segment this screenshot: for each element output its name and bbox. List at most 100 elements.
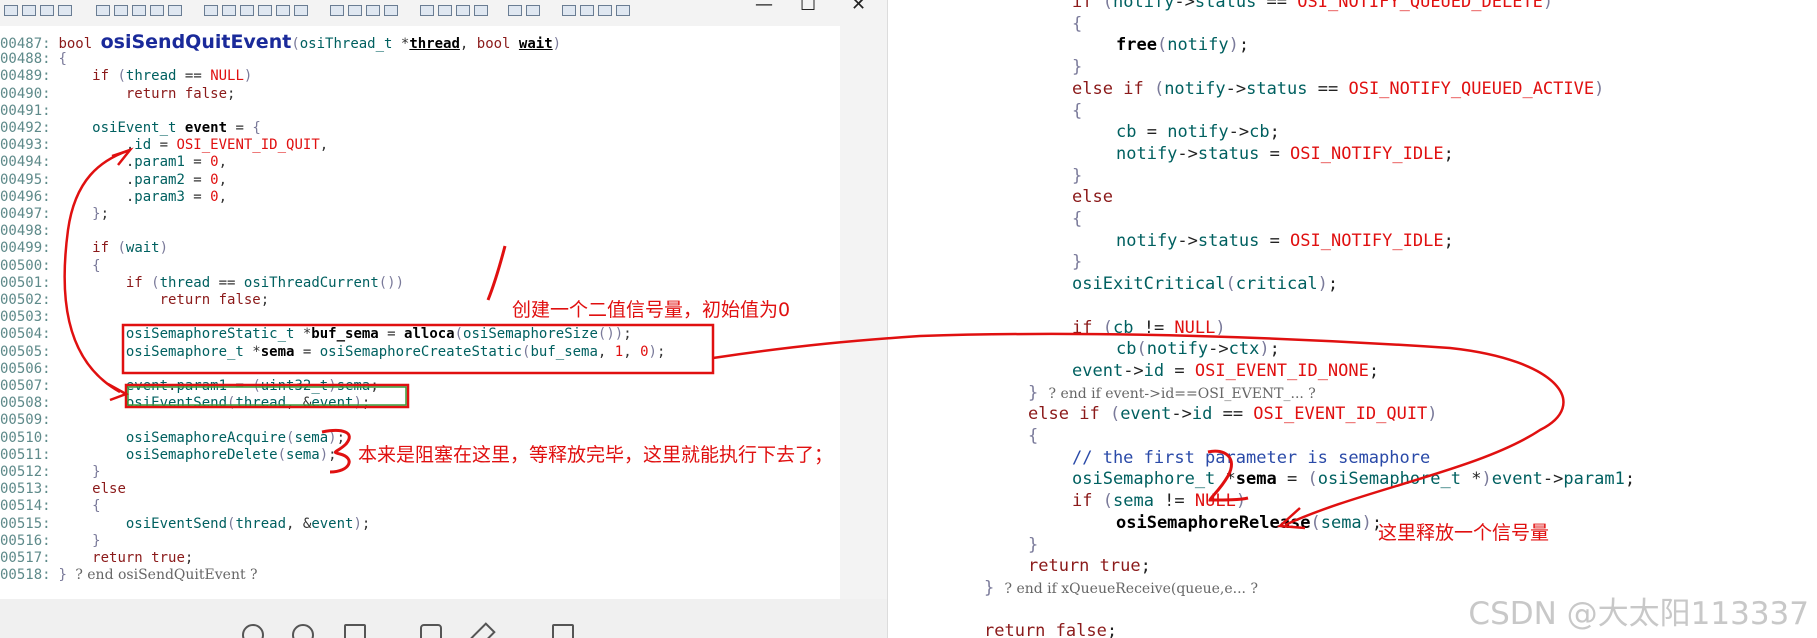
toolbar-icon[interactable] bbox=[96, 5, 110, 16]
toolbar-icon[interactable] bbox=[168, 5, 182, 16]
toolbar-icon[interactable] bbox=[240, 5, 254, 16]
toolbar-icon[interactable] bbox=[598, 5, 612, 16]
code-line: if (notify->status == OSI_NOTIFY_QUEUED_… bbox=[1072, 0, 1554, 12]
code-line: 00488: { bbox=[0, 51, 67, 68]
line-number: 00511: bbox=[0, 446, 51, 463]
code-text: return true; bbox=[92, 550, 194, 566]
toolbar-icon[interactable] bbox=[438, 5, 452, 16]
line-number: 00514: bbox=[0, 498, 51, 515]
code-line: osiSemaphoreRelease(sema); bbox=[1116, 512, 1383, 533]
toolbar-icon[interactable] bbox=[4, 5, 18, 16]
toolbar-icon[interactable] bbox=[366, 5, 380, 16]
code-line: 00499: if (wait) bbox=[0, 240, 168, 257]
code-line: 00517: return true; bbox=[0, 550, 193, 567]
code-line: 00511: osiSemaphoreDelete(sema); bbox=[0, 447, 337, 464]
toolbar-icon[interactable] bbox=[276, 5, 290, 16]
pen-icon[interactable] bbox=[470, 622, 496, 638]
toolbar-icon[interactable] bbox=[132, 5, 146, 16]
code-line: 00492: osiEvent_t event = { bbox=[0, 120, 261, 137]
code-line: 00497: }; bbox=[0, 206, 109, 223]
line-number: 00515: bbox=[0, 515, 51, 532]
maximize-icon[interactable]: ☐ bbox=[800, 0, 816, 15]
toolbar-icon[interactable] bbox=[330, 5, 344, 16]
code-line: 00494: .param1 = 0, bbox=[0, 154, 227, 171]
code-line: } bbox=[1028, 534, 1039, 555]
toolbar-icon[interactable] bbox=[420, 5, 434, 16]
code-line: else bbox=[1072, 187, 1113, 208]
code-text: osiEventSend(thread, &event); bbox=[125, 515, 371, 532]
bottom-toolbar bbox=[0, 599, 890, 638]
code-line: 00513: else bbox=[0, 481, 126, 498]
code-line: osiExitCritical(critical); bbox=[1072, 274, 1339, 295]
code-line: 00493: .id = OSI_EVENT_ID_QUIT, bbox=[0, 137, 328, 154]
toolbar-icon[interactable] bbox=[580, 5, 594, 16]
code-line: } ? end if event->id==OSI_EVENT_... ? bbox=[1028, 382, 1316, 403]
line-number: 00510: bbox=[0, 429, 51, 446]
line-number: 00507: bbox=[0, 378, 51, 394]
annotation-release-here: 这里释放一个信号量 bbox=[1378, 522, 1550, 544]
toolbar-icon[interactable] bbox=[474, 5, 488, 16]
code-line: 00502: return false; bbox=[0, 292, 269, 309]
code-line: 00496: .param3 = 0, bbox=[0, 189, 227, 206]
toolbar-icon[interactable] bbox=[456, 5, 470, 16]
toolbar-icon[interactable] bbox=[22, 5, 36, 16]
toolbar-icon[interactable] bbox=[114, 5, 128, 16]
code-line: 00498: bbox=[0, 223, 58, 240]
code-text: osiSemaphoreDelete(sema); bbox=[125, 446, 337, 463]
screenshot-stage: — ☐ 00487: bool osiSendQuitEvent(osiThre… bbox=[0, 0, 1817, 638]
toolbar-icon[interactable] bbox=[40, 5, 54, 16]
code-line: 00515: osiEventSend(thread, &event); bbox=[0, 516, 370, 533]
bottom-toolbar-icon[interactable] bbox=[292, 624, 314, 638]
code-text: return false; bbox=[159, 292, 270, 308]
line-number: 00488: bbox=[0, 51, 51, 68]
line-number: 00497: bbox=[0, 206, 51, 222]
code-text: } bbox=[92, 532, 101, 549]
toolbar-icon[interactable] bbox=[222, 5, 236, 16]
code-text: { bbox=[92, 257, 101, 274]
code-line: 00504: osiSemaphoreStatic_t *buf_sema = … bbox=[0, 326, 632, 343]
toolbar-icon[interactable] bbox=[562, 5, 576, 16]
line-number: 00494: bbox=[0, 154, 51, 171]
line-number: 00512: bbox=[0, 464, 51, 480]
code-line: 00505: osiSemaphore_t *sema = osiSemapho… bbox=[0, 344, 665, 361]
code-text: osiEventSend(thread, &event); bbox=[125, 395, 371, 412]
toolbar-icon[interactable] bbox=[258, 5, 272, 16]
code-text: if (thread == NULL) bbox=[92, 68, 253, 85]
right-code-view[interactable]: if (notify->status == OSI_NOTIFY_QUEUED_… bbox=[887, 0, 1817, 638]
toolbar-icon[interactable] bbox=[204, 5, 218, 16]
code-text: } ? end osiSendQuitEvent ? bbox=[58, 567, 258, 584]
toolbar-icon[interactable] bbox=[616, 5, 630, 16]
minimize-icon[interactable]: — bbox=[755, 0, 773, 15]
toolbar-icon[interactable] bbox=[526, 5, 540, 16]
toolbar-icon[interactable] bbox=[348, 5, 362, 16]
close-icon[interactable]: ✕ bbox=[851, 0, 866, 15]
toolbar-icon[interactable] bbox=[294, 5, 308, 16]
code-line: 00516: } bbox=[0, 533, 101, 550]
code-line: event->id = OSI_EVENT_ID_NONE; bbox=[1072, 360, 1380, 381]
bottom-toolbar-icon[interactable] bbox=[552, 624, 574, 638]
annotation-create-semaphore: 创建一个二值信号量，初始值为0 bbox=[512, 299, 791, 321]
code-text: else bbox=[92, 481, 126, 498]
line-number: 00491: bbox=[0, 102, 51, 119]
code-text: { bbox=[92, 498, 101, 515]
bottom-toolbar-icon[interactable] bbox=[420, 624, 442, 638]
code-line: else if (notify->status == OSI_NOTIFY_QU… bbox=[1072, 78, 1605, 99]
toolbar-icon[interactable] bbox=[384, 5, 398, 16]
toolbar-icon[interactable] bbox=[58, 5, 72, 16]
toolbar-icon[interactable] bbox=[508, 5, 522, 16]
line-number: 00518: bbox=[0, 567, 51, 584]
bottom-toolbar-icon[interactable] bbox=[242, 624, 264, 638]
code-line: 00501: if (thread == osiThreadCurrent()) bbox=[0, 275, 404, 292]
code-line: 00495: .param2 = 0, bbox=[0, 172, 227, 189]
line-number: 00489: bbox=[0, 68, 51, 85]
code-line: free(notify); bbox=[1116, 35, 1250, 56]
code-text: osiSemaphore_t *sema = osiSemaphoreCreat… bbox=[125, 343, 666, 360]
line-number: 00500: bbox=[0, 257, 51, 274]
line-number: 00505: bbox=[0, 343, 51, 360]
toolbar-icon[interactable] bbox=[150, 5, 164, 16]
bottom-toolbar-icon[interactable] bbox=[344, 624, 366, 638]
code-line: { bbox=[1028, 426, 1039, 446]
code-line: 00518: } ? end osiSendQuitEvent ? bbox=[0, 567, 258, 584]
